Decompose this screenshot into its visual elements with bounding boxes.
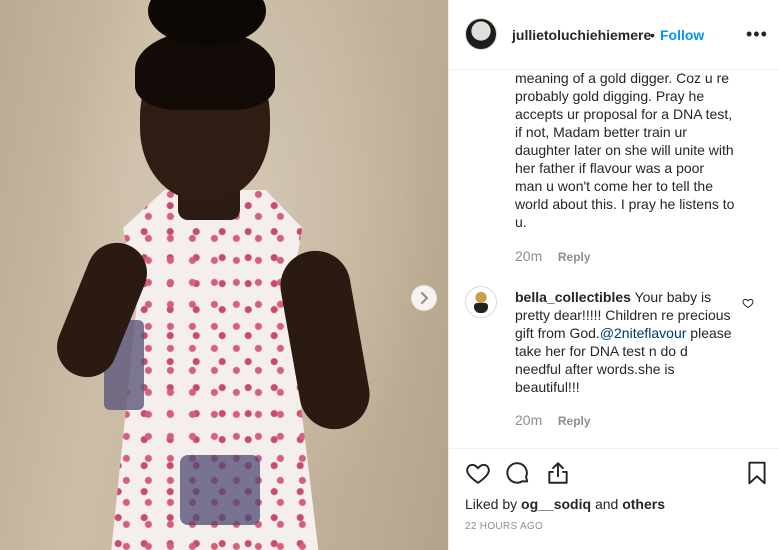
liked-by-text: Liked by og__sodiq and others [465, 496, 665, 512]
post-username[interactable]: jullietoluchiehiemere [512, 27, 651, 43]
avatar-shoes [474, 303, 488, 313]
post-actions: Liked by og__sodiq and others 22 HOURS A… [449, 448, 779, 550]
comment-username[interactable]: bella_collectibles [515, 289, 631, 305]
avatar[interactable] [465, 18, 497, 50]
post-timestamp[interactable]: 22 HOURS AGO [465, 521, 543, 532]
heart-icon[interactable] [742, 297, 754, 309]
bookmark-icon[interactable] [744, 460, 770, 486]
reply-button[interactable]: Reply [558, 250, 591, 264]
post-photo [0, 0, 448, 550]
comment-bubble-icon[interactable] [505, 460, 531, 486]
liked-by-user[interactable]: og__sodiq [521, 496, 591, 512]
comment-meta: 20m Reply [515, 412, 591, 428]
share-icon[interactable] [545, 460, 571, 486]
comment-time: 20m [515, 248, 543, 264]
comment-time: 20m [515, 412, 543, 428]
comments-list[interactable]: meaning of a gold digger. Coz u re proba… [449, 71, 779, 448]
next-photo-button[interactable] [411, 285, 437, 311]
avatar[interactable] [465, 286, 497, 318]
post-header: jullietoluchiehiemere • Follow ••• [449, 0, 779, 70]
reply-button[interactable]: Reply [558, 414, 591, 428]
post-side-panel: jullietoluchiehiemere • Follow ••• meani… [448, 0, 779, 550]
more-options-icon[interactable]: ••• [746, 24, 768, 45]
photo-dress-patch [180, 455, 260, 525]
comment-meta: 20m Reply [515, 248, 591, 264]
comment-text: meaning of a gold digger. Coz u re proba… [515, 71, 735, 230]
liked-by-prefix: Liked by [465, 496, 522, 512]
header-separator: • [650, 27, 655, 43]
liked-by-middle: and [591, 496, 623, 512]
comment-mention[interactable]: @2niteflavour [600, 325, 687, 341]
liked-by-others[interactable]: others [622, 496, 665, 512]
heart-icon[interactable] [465, 460, 491, 486]
comment-text: bella_collectibles Your baby is pretty d… [515, 288, 735, 396]
follow-button[interactable]: Follow [660, 27, 704, 43]
chevron-right-icon [421, 292, 428, 304]
